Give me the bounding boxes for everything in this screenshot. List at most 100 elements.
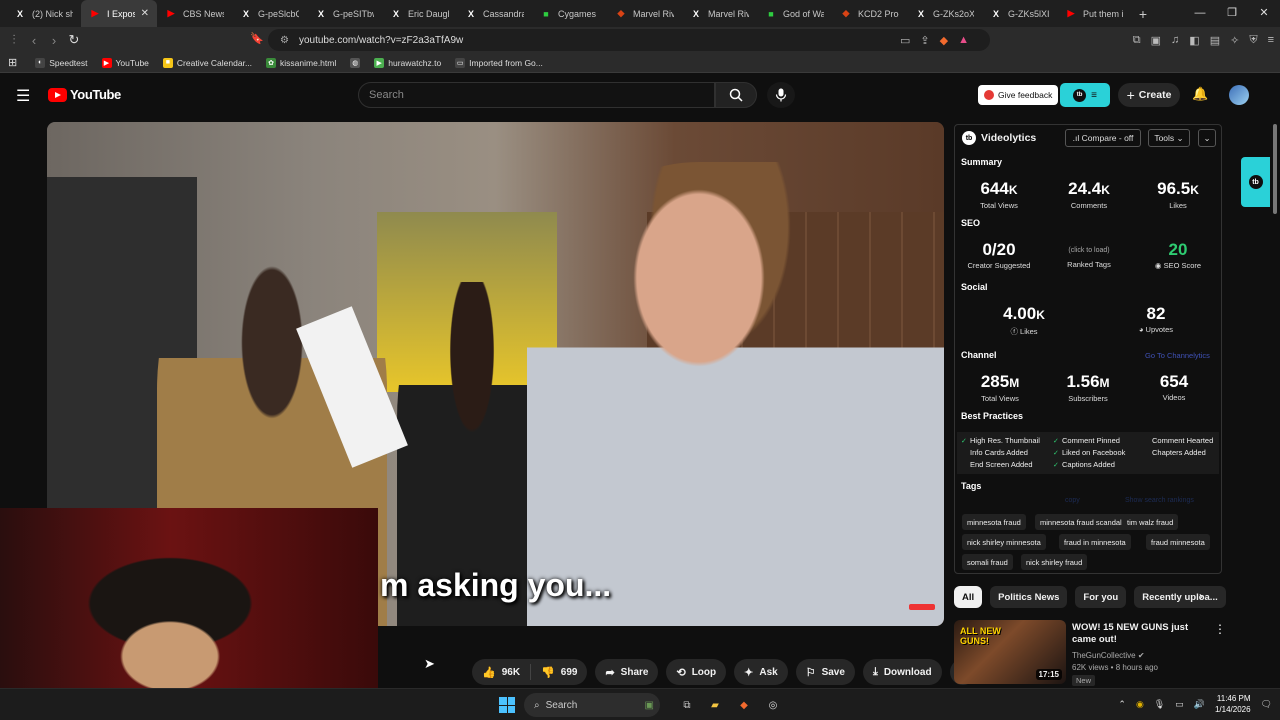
filter-chip[interactable]: Recently uploa... xyxy=(1134,586,1226,608)
taskbar-clock[interactable]: 11:46 PM 1/14/2026 xyxy=(1215,693,1251,715)
recommended-video[interactable]: ALL NEW GUNS! 17:15 WOW! 15 NEW GUNS just… xyxy=(954,620,1228,686)
leo-ai-icon[interactable]: ✧ xyxy=(1230,34,1239,47)
go-to-channelytics-link[interactable]: Go To Channelytics xyxy=(1145,351,1210,360)
bookmark-item[interactable]: ▶ hurawatchz.to xyxy=(374,57,441,68)
window-close-button[interactable]: ✕ xyxy=(1248,0,1280,27)
browser-tab[interactable]: X Marvel Riva... xyxy=(682,0,757,27)
bookmark-item[interactable]: ✿ kissanime.html xyxy=(266,57,336,68)
bookmark-page-icon[interactable]: 🔖 xyxy=(250,32,264,45)
screenshot-icon[interactable]: ▭ xyxy=(900,34,910,47)
reload-button[interactable]: ↻ xyxy=(64,32,84,48)
browser-tab[interactable]: ◆ KCD2 Produ... xyxy=(832,0,907,27)
address-bar[interactable]: ⚙ youtube.com/watch?v=zF2a3aTfA9w xyxy=(268,29,990,51)
share-button[interactable]: ➦ Share xyxy=(595,659,659,685)
tray-app-icon[interactable]: ◉ xyxy=(1136,699,1144,710)
tools-dropdown[interactable]: Tools ⌄ xyxy=(1148,129,1190,147)
search-input[interactable]: Search xyxy=(358,82,715,108)
tag-chip[interactable]: nick shirley fraud xyxy=(1021,554,1088,570)
browser-tab[interactable]: ■ Cygames La... xyxy=(532,0,607,27)
voice-search-button[interactable] xyxy=(767,82,795,108)
filter-chip[interactable]: Politics News xyxy=(990,586,1068,608)
tag-chip[interactable]: minnesota fraud xyxy=(962,514,1026,530)
volume-icon[interactable]: 🔊 xyxy=(1194,699,1205,710)
youtube-logo[interactable]: YouTube xyxy=(48,87,121,102)
browser-tab[interactable]: ▶ Put them in... xyxy=(1057,0,1132,27)
scrollbar-thumb[interactable] xyxy=(1273,124,1277,214)
browser-tab[interactable]: X (2) Nick sh... xyxy=(6,0,81,27)
show-search-rankings-link[interactable]: Show search rankings xyxy=(1125,497,1194,504)
create-button[interactable]: + Create xyxy=(1118,83,1180,107)
browser-tab[interactable]: ◆ Marvel Riva... xyxy=(607,0,682,27)
bookmark-item[interactable]: ◐ Speedtest xyxy=(35,57,88,68)
account-avatar[interactable] xyxy=(1229,85,1249,105)
like-button[interactable]: 👍 96K xyxy=(472,659,530,685)
task-view-icon[interactable]: ⧉ xyxy=(678,696,696,714)
videolytics-side-tab[interactable]: tb xyxy=(1241,157,1270,207)
forward-button[interactable]: › xyxy=(44,33,64,48)
bookmark-item[interactable]: ▭ Imported from Go... xyxy=(455,57,543,68)
bookmark-item[interactable]: ◍ xyxy=(350,57,361,68)
recommended-channel[interactable]: TheGunCollective ✔ xyxy=(1072,651,1145,660)
browser-tab[interactable]: X G-ZKs2oXi... xyxy=(907,0,982,27)
tab-search-icon[interactable]: ▣ xyxy=(1151,34,1161,47)
tag-chip[interactable]: fraud in minnesota xyxy=(1059,534,1131,550)
media-icon[interactable]: ♫ xyxy=(1171,34,1179,46)
browser-tab[interactable]: ▶ CBS News o... xyxy=(157,0,232,27)
microphone-tray-icon[interactable]: 🎙 xyxy=(1154,699,1165,710)
ranked-tags-stat[interactable]: (click to load) Ranked Tags xyxy=(1049,245,1129,269)
brave-shields-icon[interactable]: ◆ xyxy=(940,34,948,47)
give-feedback-button[interactable]: Give feedback xyxy=(978,85,1059,105)
bookmark-item[interactable]: ▶ YouTube xyxy=(101,57,149,68)
tag-chip[interactable]: somali fraud xyxy=(962,554,1013,570)
videolytics-toggle-button[interactable]: tb ≡ xyxy=(1060,83,1110,107)
tag-chip[interactable]: fraud minnesota xyxy=(1146,534,1210,550)
browser-tab[interactable]: ■ God of War... xyxy=(757,0,832,27)
extension-puzzle-icon[interactable]: ⧉ xyxy=(1133,34,1141,47)
recommended-thumbnail[interactable]: ALL NEW GUNS! 17:15 xyxy=(954,620,1066,684)
bookmark-item[interactable]: ■ Creative Calendar... xyxy=(162,57,252,68)
download-button[interactable]: ⤓ Download xyxy=(862,659,942,685)
browser-tab[interactable]: X Eric Daughe... xyxy=(382,0,457,27)
back-button[interactable]: ‹ xyxy=(24,33,44,48)
recommended-title[interactable]: WOW! 15 NEW GUNS just came out! xyxy=(1072,622,1212,646)
browser-menu-icon[interactable]: ≡ xyxy=(1268,34,1274,46)
browser-tab[interactable]: X G-peSITbw... xyxy=(307,0,382,27)
panel-collapse-button[interactable]: ⌄ xyxy=(1198,129,1216,147)
dislike-button[interactable]: 👎 699 xyxy=(531,659,587,685)
apps-grid-icon[interactable]: ⊞ xyxy=(8,56,17,69)
notifications-bell-icon[interactable]: 🔔 xyxy=(1192,86,1208,102)
filter-chip[interactable]: All xyxy=(954,586,983,608)
notifications-icon[interactable]: 🗨 xyxy=(1261,699,1272,710)
loop-button[interactable]: ⟲ Loop xyxy=(666,659,727,685)
sidebar-icon[interactable]: ◧ xyxy=(1189,34,1199,47)
browser-tab[interactable]: ▶ I Expos... ✕ xyxy=(81,0,157,27)
browser-tab[interactable]: X G-peSlcbQ... xyxy=(232,0,307,27)
hamburger-menu-icon[interactable]: ☰ xyxy=(16,86,30,106)
share-page-icon[interactable]: ⇪ xyxy=(920,34,929,47)
compare-toggle-button[interactable]: .ıl Compare - off xyxy=(1065,129,1141,147)
brave-browser-icon[interactable]: ◆ xyxy=(735,696,753,714)
filter-chip[interactable]: For you xyxy=(1075,586,1127,608)
ask-button[interactable]: ✦ Ask xyxy=(734,659,788,685)
search-button[interactable] xyxy=(715,82,757,108)
browser-tab[interactable]: X Cassandra ... xyxy=(457,0,532,27)
window-restore-button[interactable]: ❐ xyxy=(1216,0,1248,27)
site-info-icon[interactable]: ⚙ xyxy=(280,35,289,46)
more-vert-icon[interactable]: ⋮ xyxy=(1214,622,1226,636)
windows-start-icon[interactable] xyxy=(499,697,515,713)
steam-icon[interactable]: ◎ xyxy=(764,696,782,714)
browser-tab[interactable]: X G-ZKs5lXIAl... xyxy=(982,0,1057,27)
file-explorer-icon[interactable]: ▰ xyxy=(706,696,724,714)
taskbar-search[interactable]: ⌕ Search ▣ xyxy=(524,693,660,717)
tab-close-icon[interactable]: ✕ xyxy=(141,8,149,19)
tray-overflow-icon[interactable]: ⌃ xyxy=(1118,699,1126,710)
vpn-icon[interactable]: ⛨ xyxy=(1249,34,1257,47)
new-tab-button[interactable]: + xyxy=(1132,6,1154,22)
copy-tags-link[interactable]: copy xyxy=(1065,497,1080,504)
tag-chip[interactable]: tim walz fraud xyxy=(1122,514,1179,530)
chevron-right-icon[interactable]: › xyxy=(1199,589,1203,603)
save-button[interactable]: ⚐ Save xyxy=(795,659,855,685)
tag-chip[interactable]: minnesota fraud scandal xyxy=(1035,514,1127,530)
page-scrollbar[interactable] xyxy=(1272,118,1278,688)
sidebar-toggle-icon[interactable]: ⫶ xyxy=(4,32,24,48)
